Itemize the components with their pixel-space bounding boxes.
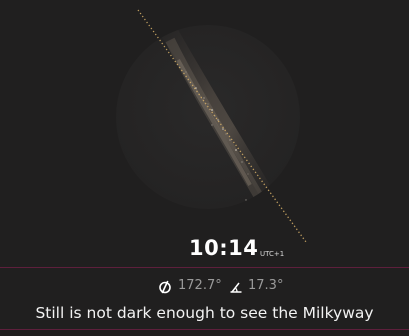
milkyway-app: 10:14 UTC+1 172.7° 17.3° Still is not da… bbox=[0, 0, 409, 336]
timezone-label: UTC+1 bbox=[260, 250, 285, 258]
sky-view[interactable] bbox=[0, 0, 409, 265]
compass-icon bbox=[158, 279, 172, 294]
coordinates-row: 172.7° 17.3° bbox=[0, 278, 409, 298]
sky-chart bbox=[116, 9, 307, 243]
divider-top bbox=[0, 267, 409, 268]
angle-icon bbox=[229, 279, 243, 293]
time-display: 10:14 UTC+1 bbox=[0, 236, 409, 266]
altitude-value: 17.3° bbox=[248, 278, 284, 293]
status-message: Still is not dark enough to see the Milk… bbox=[35, 304, 374, 322]
time-value: 10:14 bbox=[189, 236, 259, 260]
divider-bottom bbox=[0, 329, 409, 330]
azimuth-value: 172.7° bbox=[178, 278, 222, 293]
